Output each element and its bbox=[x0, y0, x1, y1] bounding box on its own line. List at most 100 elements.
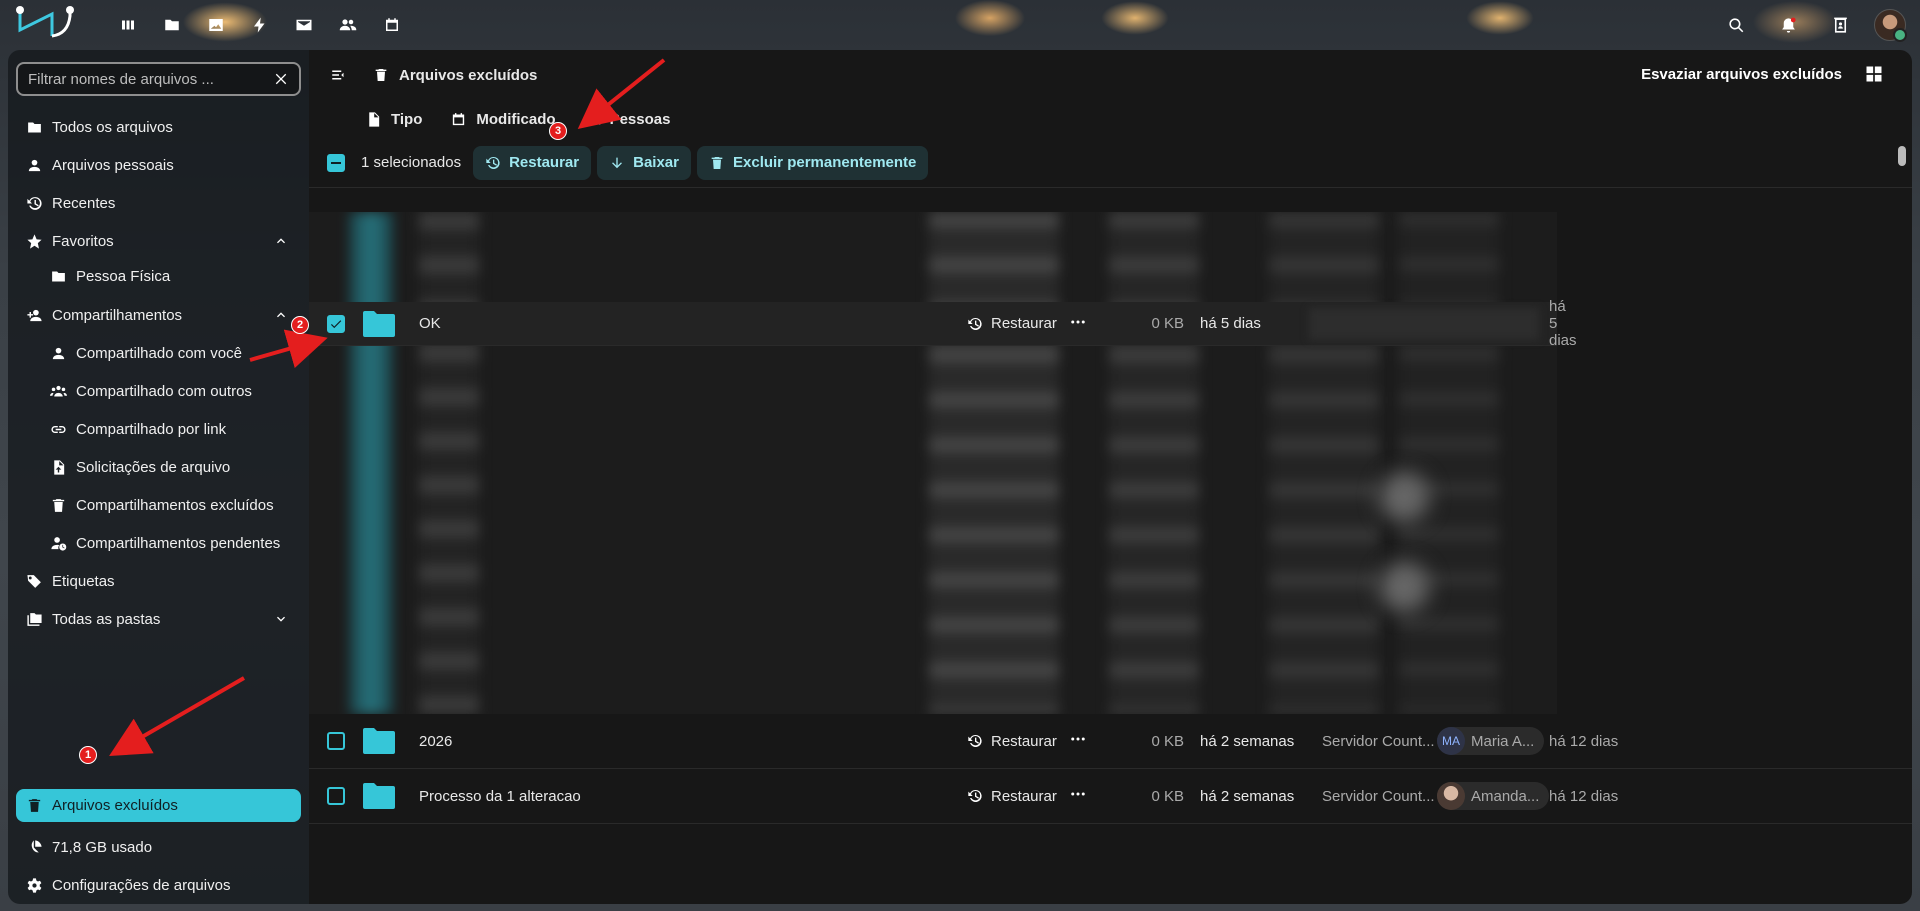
select-all-checkbox[interactable] bbox=[327, 153, 345, 172]
selected-count: 1 selecionados bbox=[361, 154, 462, 171]
nav-recent[interactable]: Recentes bbox=[16, 184, 301, 222]
chevron-up-icon[interactable] bbox=[273, 307, 289, 323]
nav-label: Arquivos excluídos bbox=[52, 797, 178, 814]
users-icon bbox=[584, 113, 600, 124]
mail-app-icon[interactable] bbox=[286, 7, 322, 43]
file-name[interactable]: 2026 bbox=[419, 733, 452, 750]
file-size: 0 KB bbox=[1151, 315, 1184, 332]
file-size: 0 KB bbox=[1151, 732, 1184, 750]
nav-tags[interactable]: Etiquetas bbox=[16, 562, 301, 600]
storage-usage[interactable]: 71,8 GB usado bbox=[16, 828, 301, 866]
original-date: há 5 dias bbox=[1549, 298, 1577, 349]
photos-app-icon[interactable] bbox=[198, 7, 234, 43]
nav-shared-with-others[interactable]: Compartilhado com outros bbox=[16, 372, 301, 410]
nav-shared-by-link[interactable]: Compartilhado por link bbox=[16, 410, 301, 448]
nav-pending-shares[interactable]: Compartilhamentos pendentes bbox=[16, 524, 301, 562]
file-name[interactable]: OK bbox=[419, 315, 441, 332]
restore-selected-button[interactable]: Restaurar bbox=[473, 145, 592, 180]
user-avatar[interactable] bbox=[1874, 9, 1907, 42]
restore-row-button[interactable]: Restaurar bbox=[967, 788, 1057, 805]
deleted-date: há 2 semanas bbox=[1200, 787, 1295, 805]
file-upload-icon bbox=[48, 457, 68, 477]
original-date: há 12 dias bbox=[1549, 732, 1619, 750]
chevron-up-icon[interactable] bbox=[273, 233, 289, 249]
restore-row-button[interactable]: Restaurar bbox=[967, 733, 1057, 750]
nav-label: Favoritos bbox=[52, 232, 114, 250]
notifications-bell-icon[interactable] bbox=[1770, 7, 1806, 43]
deleted-by-name: Amanda... bbox=[1471, 787, 1540, 805]
row-checkbox[interactable] bbox=[327, 314, 345, 333]
close-icon[interactable] bbox=[273, 71, 289, 87]
tag-icon bbox=[24, 571, 44, 591]
history-icon bbox=[968, 317, 982, 330]
nav-fav-folder[interactable]: Pessoa Física bbox=[16, 260, 301, 292]
row-checkbox[interactable] bbox=[327, 732, 345, 750]
table-row[interactable]: Processo da 1 alteracao Restaurar 0 KB h… bbox=[309, 769, 1912, 824]
contacts-menu-icon[interactable] bbox=[1822, 7, 1858, 43]
folder-icon bbox=[363, 783, 395, 809]
nav-all-files[interactable]: Todos os arquivos bbox=[16, 108, 301, 146]
user-clock-icon bbox=[48, 533, 68, 553]
download-selected-button[interactable]: Baixar bbox=[597, 145, 691, 180]
scrollbar[interactable] bbox=[1898, 146, 1906, 166]
chevron-down-icon[interactable] bbox=[273, 611, 289, 627]
deleted-by-chip[interactable]: Amanda... bbox=[1437, 782, 1550, 810]
chip-label: Tipo bbox=[391, 110, 423, 128]
history-icon bbox=[968, 789, 982, 802]
grid-view-icon[interactable] bbox=[1864, 64, 1884, 84]
toggle-navigation-button[interactable] bbox=[321, 57, 357, 93]
restore-label: Restaurar bbox=[991, 315, 1057, 332]
activity-app-icon[interactable] bbox=[242, 7, 278, 43]
empty-trash-button[interactable]: Esvaziar arquivos excluídos bbox=[1641, 66, 1842, 83]
annotation-marker-1: 1 bbox=[79, 746, 97, 764]
files-sidebar: Todos os arquivos Arquivos pessoais Rece… bbox=[8, 50, 309, 904]
user-icon bbox=[48, 343, 68, 363]
chip-label: Modificado bbox=[476, 110, 556, 128]
deleted-date: há 2 semanas bbox=[1200, 732, 1295, 750]
users-icon bbox=[48, 381, 68, 401]
contacts-app-icon[interactable] bbox=[330, 7, 366, 43]
trash-icon bbox=[48, 495, 68, 515]
table-row[interactable]: 2026 Restaurar 0 KB há 2 semanas Servido… bbox=[309, 714, 1912, 769]
nav-shared-with-you[interactable]: Compartilhado com você bbox=[16, 334, 301, 372]
deleted-by-name: Maria A... bbox=[1471, 732, 1535, 750]
deleted-by-chip[interactable]: MA Maria A... bbox=[1437, 727, 1545, 755]
delete-permanently-button[interactable]: Excluir permanentemente bbox=[697, 145, 929, 180]
page-title: Arquivos excluídos bbox=[399, 66, 538, 84]
nav-label: Compartilhamentos pendentes bbox=[76, 534, 281, 552]
files-settings[interactable]: Configurações de arquivos bbox=[16, 866, 301, 904]
nav-label: 71,8 GB usado bbox=[52, 838, 153, 856]
table-row[interactable]: OK Restaurar 0 KB há 5 dias há 5 dias bbox=[309, 298, 1577, 349]
nav-all-folders[interactable]: Todas as pastas bbox=[16, 600, 301, 638]
app-frame: Todos os arquivos Arquivos pessoais Rece… bbox=[8, 50, 1912, 904]
files-app-icon[interactable] bbox=[154, 7, 190, 43]
filter-modified[interactable]: Modificado bbox=[450, 110, 556, 128]
nav-deleted-files[interactable]: Arquivos excluídos bbox=[16, 789, 301, 822]
more-actions-icon[interactable] bbox=[1069, 730, 1087, 752]
restore-row-button[interactable]: Restaurar bbox=[967, 315, 1057, 332]
more-actions-icon[interactable] bbox=[1069, 313, 1087, 335]
file-icon bbox=[369, 111, 380, 127]
nav-personal-files[interactable]: Arquivos pessoais bbox=[16, 146, 301, 184]
nav-favorites[interactable]: Favoritos bbox=[16, 222, 301, 260]
selection-actions-bar: 1 selecionados Restaurar Baixar Excluir … bbox=[309, 138, 1912, 188]
breadcrumb[interactable]: Arquivos excluídos bbox=[373, 67, 537, 84]
nav-file-requests[interactable]: Solicitações de arquivo bbox=[16, 448, 301, 486]
calendar-app-icon[interactable] bbox=[374, 7, 410, 43]
trash-icon bbox=[375, 69, 387, 81]
filter-people[interactable]: Pessoas bbox=[584, 111, 670, 128]
nav-label: Pessoa Física bbox=[76, 267, 171, 285]
nav-label: Todas as pastas bbox=[52, 610, 161, 628]
nav-deleted-shares[interactable]: Compartilhamentos excluídos bbox=[16, 486, 301, 524]
filter-filenames-input[interactable] bbox=[28, 70, 268, 88]
more-actions-icon[interactable] bbox=[1069, 785, 1087, 807]
file-name[interactable]: Processo da 1 alteracao bbox=[419, 788, 581, 805]
filter-type[interactable]: Tipo bbox=[365, 111, 422, 128]
row-checkbox[interactable] bbox=[327, 787, 345, 805]
nextcloud-logo[interactable] bbox=[12, 4, 78, 48]
nav-label: Recentes bbox=[52, 194, 116, 212]
search-icon[interactable] bbox=[1718, 7, 1754, 43]
nav-shares[interactable]: Compartilhamentos bbox=[16, 296, 301, 334]
deck-app-icon[interactable] bbox=[110, 7, 146, 43]
navigation-list: Todos os arquivos Arquivos pessoais Rece… bbox=[16, 108, 301, 638]
